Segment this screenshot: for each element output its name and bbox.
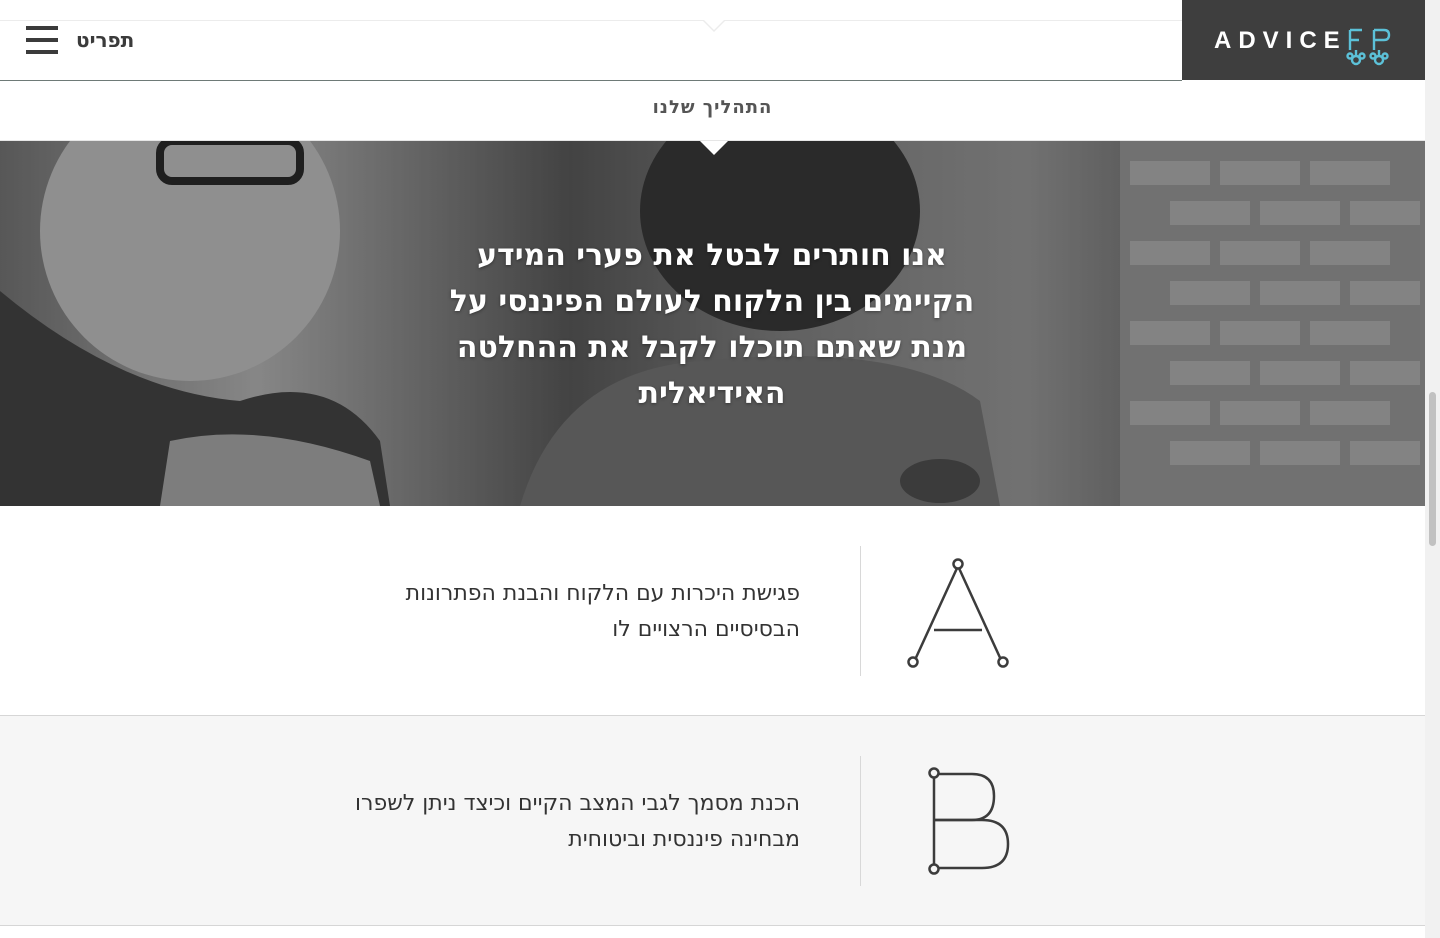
menu-label[interactable]: תפריט [76,28,134,52]
logo-wordmark: ADVICE [1214,27,1347,54]
process-section-header: התהליך שלנו [0,81,1425,141]
hamburger-menu-icon[interactable] [26,26,58,54]
process-step: פגישת היכרות עם הלקוח והבנת הפתרונות הבס… [0,506,1425,716]
step-divider [860,756,861,886]
step-description: הכנת מסמך לגבי המצב הקיים וכיצד ניתן לשפ… [355,791,800,852]
hero-quote: אנו חותרים לבטל את פערי המידע הקיימים בי… [449,238,975,411]
section-pointer-icon [700,141,728,155]
scrollbar-thumb[interactable] [1429,392,1436,546]
section-title: התהליך שלנו [652,97,773,118]
letter-a-icon [907,558,1009,668]
letter-b-icon [928,767,1010,875]
hero-banner: אנו חותרים לבטל את פערי המידע הקיימים בי… [0,141,1425,506]
header-hairline [0,20,1182,21]
logo-fp-mark-icon [1346,28,1391,66]
step-description: פגישת היכרות עם הלקוח והבנת הפתרונות הבס… [405,581,800,642]
scrollbar[interactable] [1425,0,1440,938]
process-step: הכנת מסמך לגבי המצב הקיים וכיצד ניתן לשפ… [0,716,1425,926]
site-logo[interactable]: ADVICE [1182,0,1425,80]
step-divider [860,546,861,676]
top-navigation-bar: תפריט [0,0,1182,81]
